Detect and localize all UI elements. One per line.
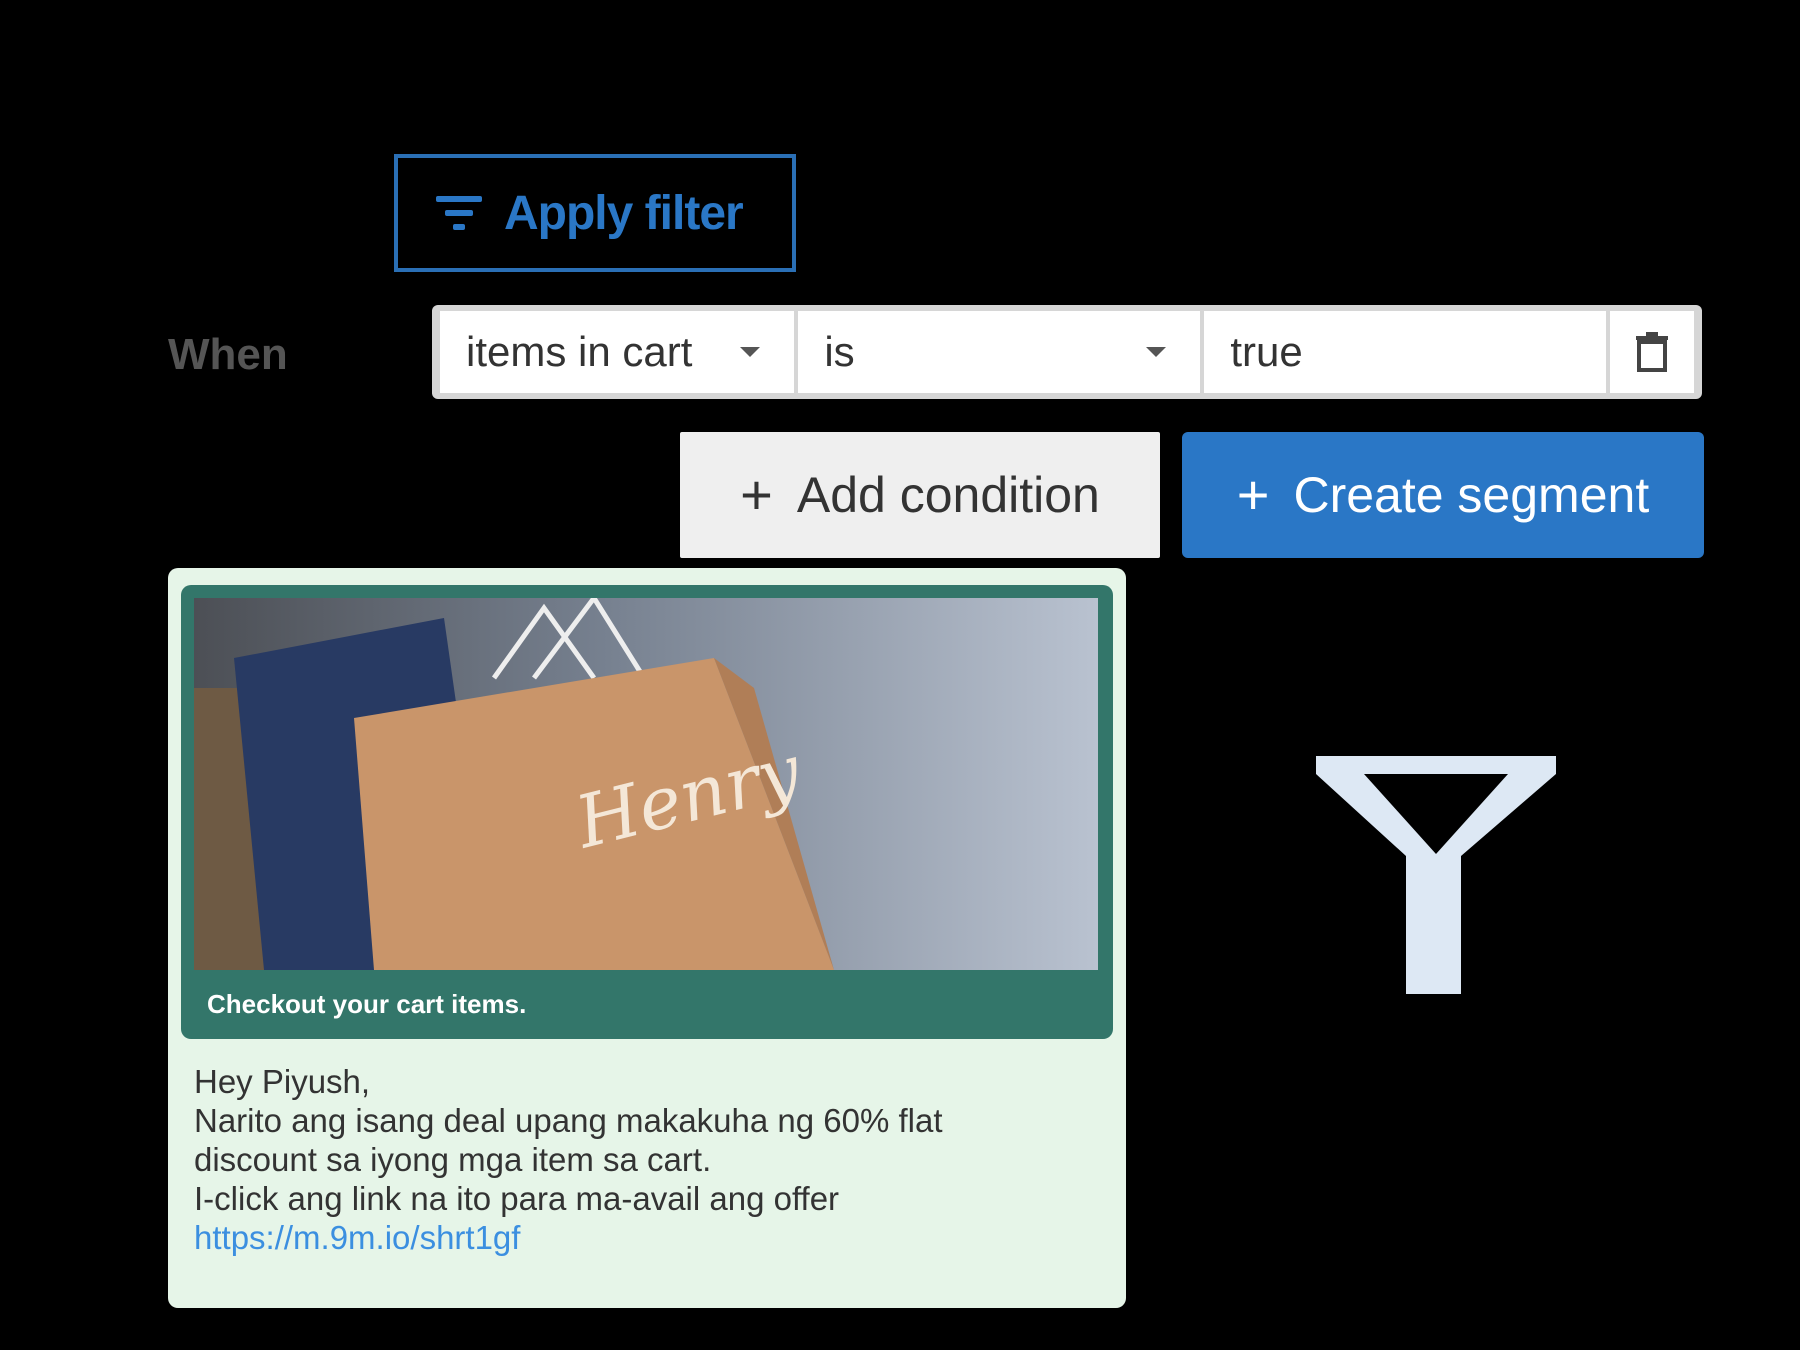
filter-icon (436, 196, 482, 230)
trash-icon (1636, 332, 1669, 372)
message-preview-card: Henry Checkout your cart items. Hey Piyu… (168, 568, 1126, 1308)
message-body-line1: Narito ang isang deal upang makakuha ng … (194, 1102, 943, 1178)
message-header: Henry Checkout your cart items. (181, 585, 1113, 1039)
message-caption: Checkout your cart items. (207, 989, 527, 1019)
field-select[interactable]: items in cart (440, 311, 795, 393)
operator-select[interactable]: is (798, 311, 1201, 393)
chevron-down-icon (1146, 347, 1167, 357)
create-segment-label: Create segment (1293, 467, 1650, 523)
message-body-line2-text: I-click ang link na ito para ma-avail an… (194, 1180, 840, 1217)
apply-filter-label: Apply filter (504, 186, 744, 240)
message-body-line2: I-click ang link na ito para ma-avail an… (194, 1179, 1054, 1257)
funnel-icon (1316, 756, 1556, 994)
offer-link[interactable]: https://m.9m.io/shrt1gf (194, 1219, 520, 1256)
when-label: When (168, 330, 288, 379)
message-body: Hey Piyush, Narito ang isang deal upang … (194, 1062, 1054, 1257)
message-greeting: Hey Piyush, (194, 1063, 371, 1100)
value-input[interactable]: true (1204, 311, 1607, 393)
plus-icon: + (1236, 463, 1270, 526)
chevron-down-icon (740, 347, 761, 357)
add-condition-label: Add condition (796, 467, 1100, 523)
apply-filter-button[interactable]: Apply filter (394, 154, 796, 272)
plus-icon: + (740, 463, 773, 526)
operator-select-value: is (824, 328, 855, 375)
shopping-bag-image: Henry (194, 598, 1098, 970)
field-select-value: items in cart (466, 328, 693, 375)
shopping-bag-illustration: Henry (194, 598, 1098, 970)
value-input-text: true (1230, 328, 1303, 375)
create-segment-button[interactable]: + Create segment (1182, 432, 1704, 558)
delete-condition-button[interactable] (1610, 311, 1694, 393)
add-condition-button[interactable]: + Add condition (680, 432, 1160, 558)
condition-row: items in cart is true (432, 305, 1702, 399)
